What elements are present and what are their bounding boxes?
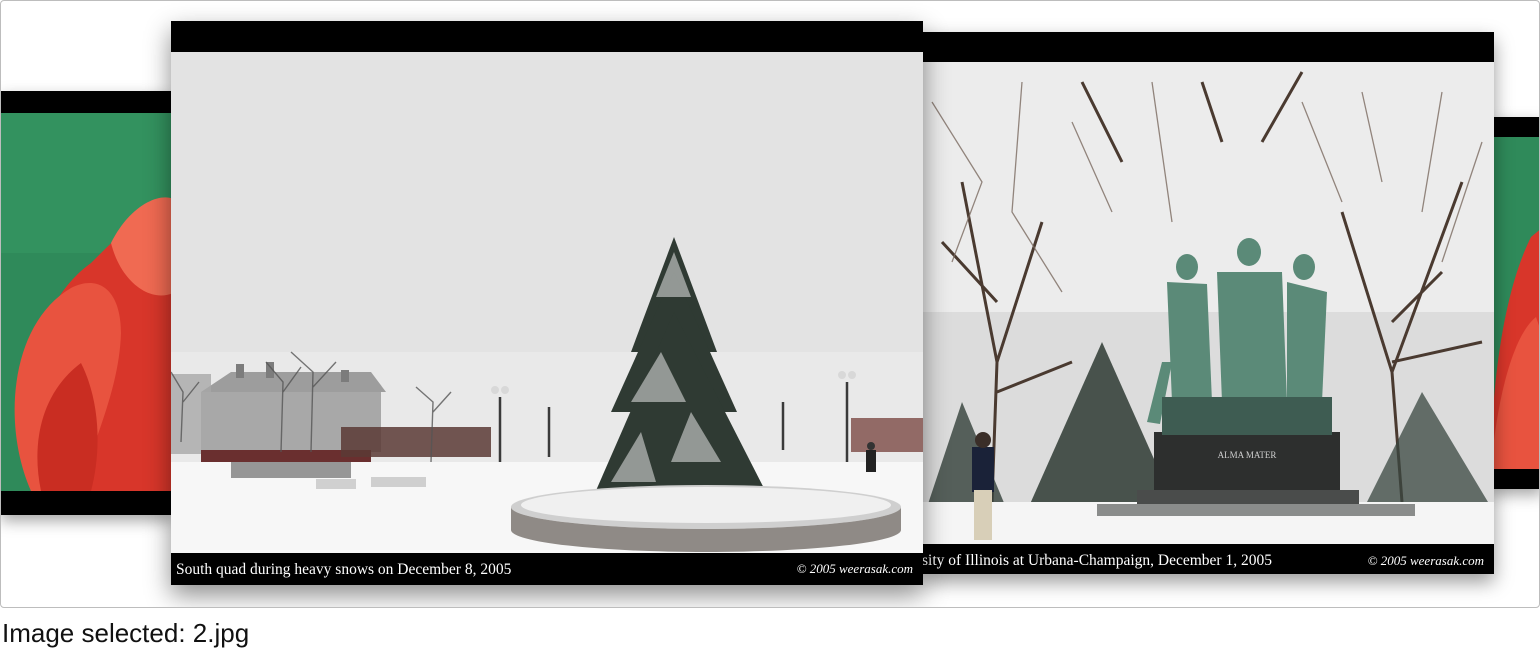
gallery-card-tulip-right[interactable] [1491,117,1539,489]
card-top-bar [171,21,923,52]
card-top-bar [1,91,173,113]
gallery-card-alma-mater[interactable]: ALMA MATER sity of Illinois at Urbana-Ch… [922,32,1494,574]
photo-caption: sity of Illinois at Urbana-Champaign, De… [922,552,1272,569]
card-top-bar [1491,117,1539,137]
gallery-card-south-quad[interactable]: South quad during heavy snows on Decembe… [171,21,923,585]
card-bottom-bar [1,491,173,515]
coverflow-viewport[interactable]: ALMA MATER sity of Illinois at Urbana-Ch… [0,0,1540,608]
card-top-bar [922,32,1494,62]
south-quad-photo [171,52,923,553]
selection-status: Image selected: 2.jpg [2,618,250,648]
photo-copyright: © 2005 weerasak.com [1367,553,1484,568]
alma-mater-photo: ALMA MATER [922,62,1494,544]
photo-caption: South quad during heavy snows on Decembe… [176,561,512,578]
photo-copyright: © 2005 weerasak.com [796,561,913,576]
gallery-card-tulip-left[interactable] [1,91,173,515]
tulip-photo [1491,137,1539,469]
card-bottom-bar [1491,469,1539,489]
svg-text:ALMA MATER: ALMA MATER [1218,450,1277,460]
tulip-photo [1,113,173,491]
